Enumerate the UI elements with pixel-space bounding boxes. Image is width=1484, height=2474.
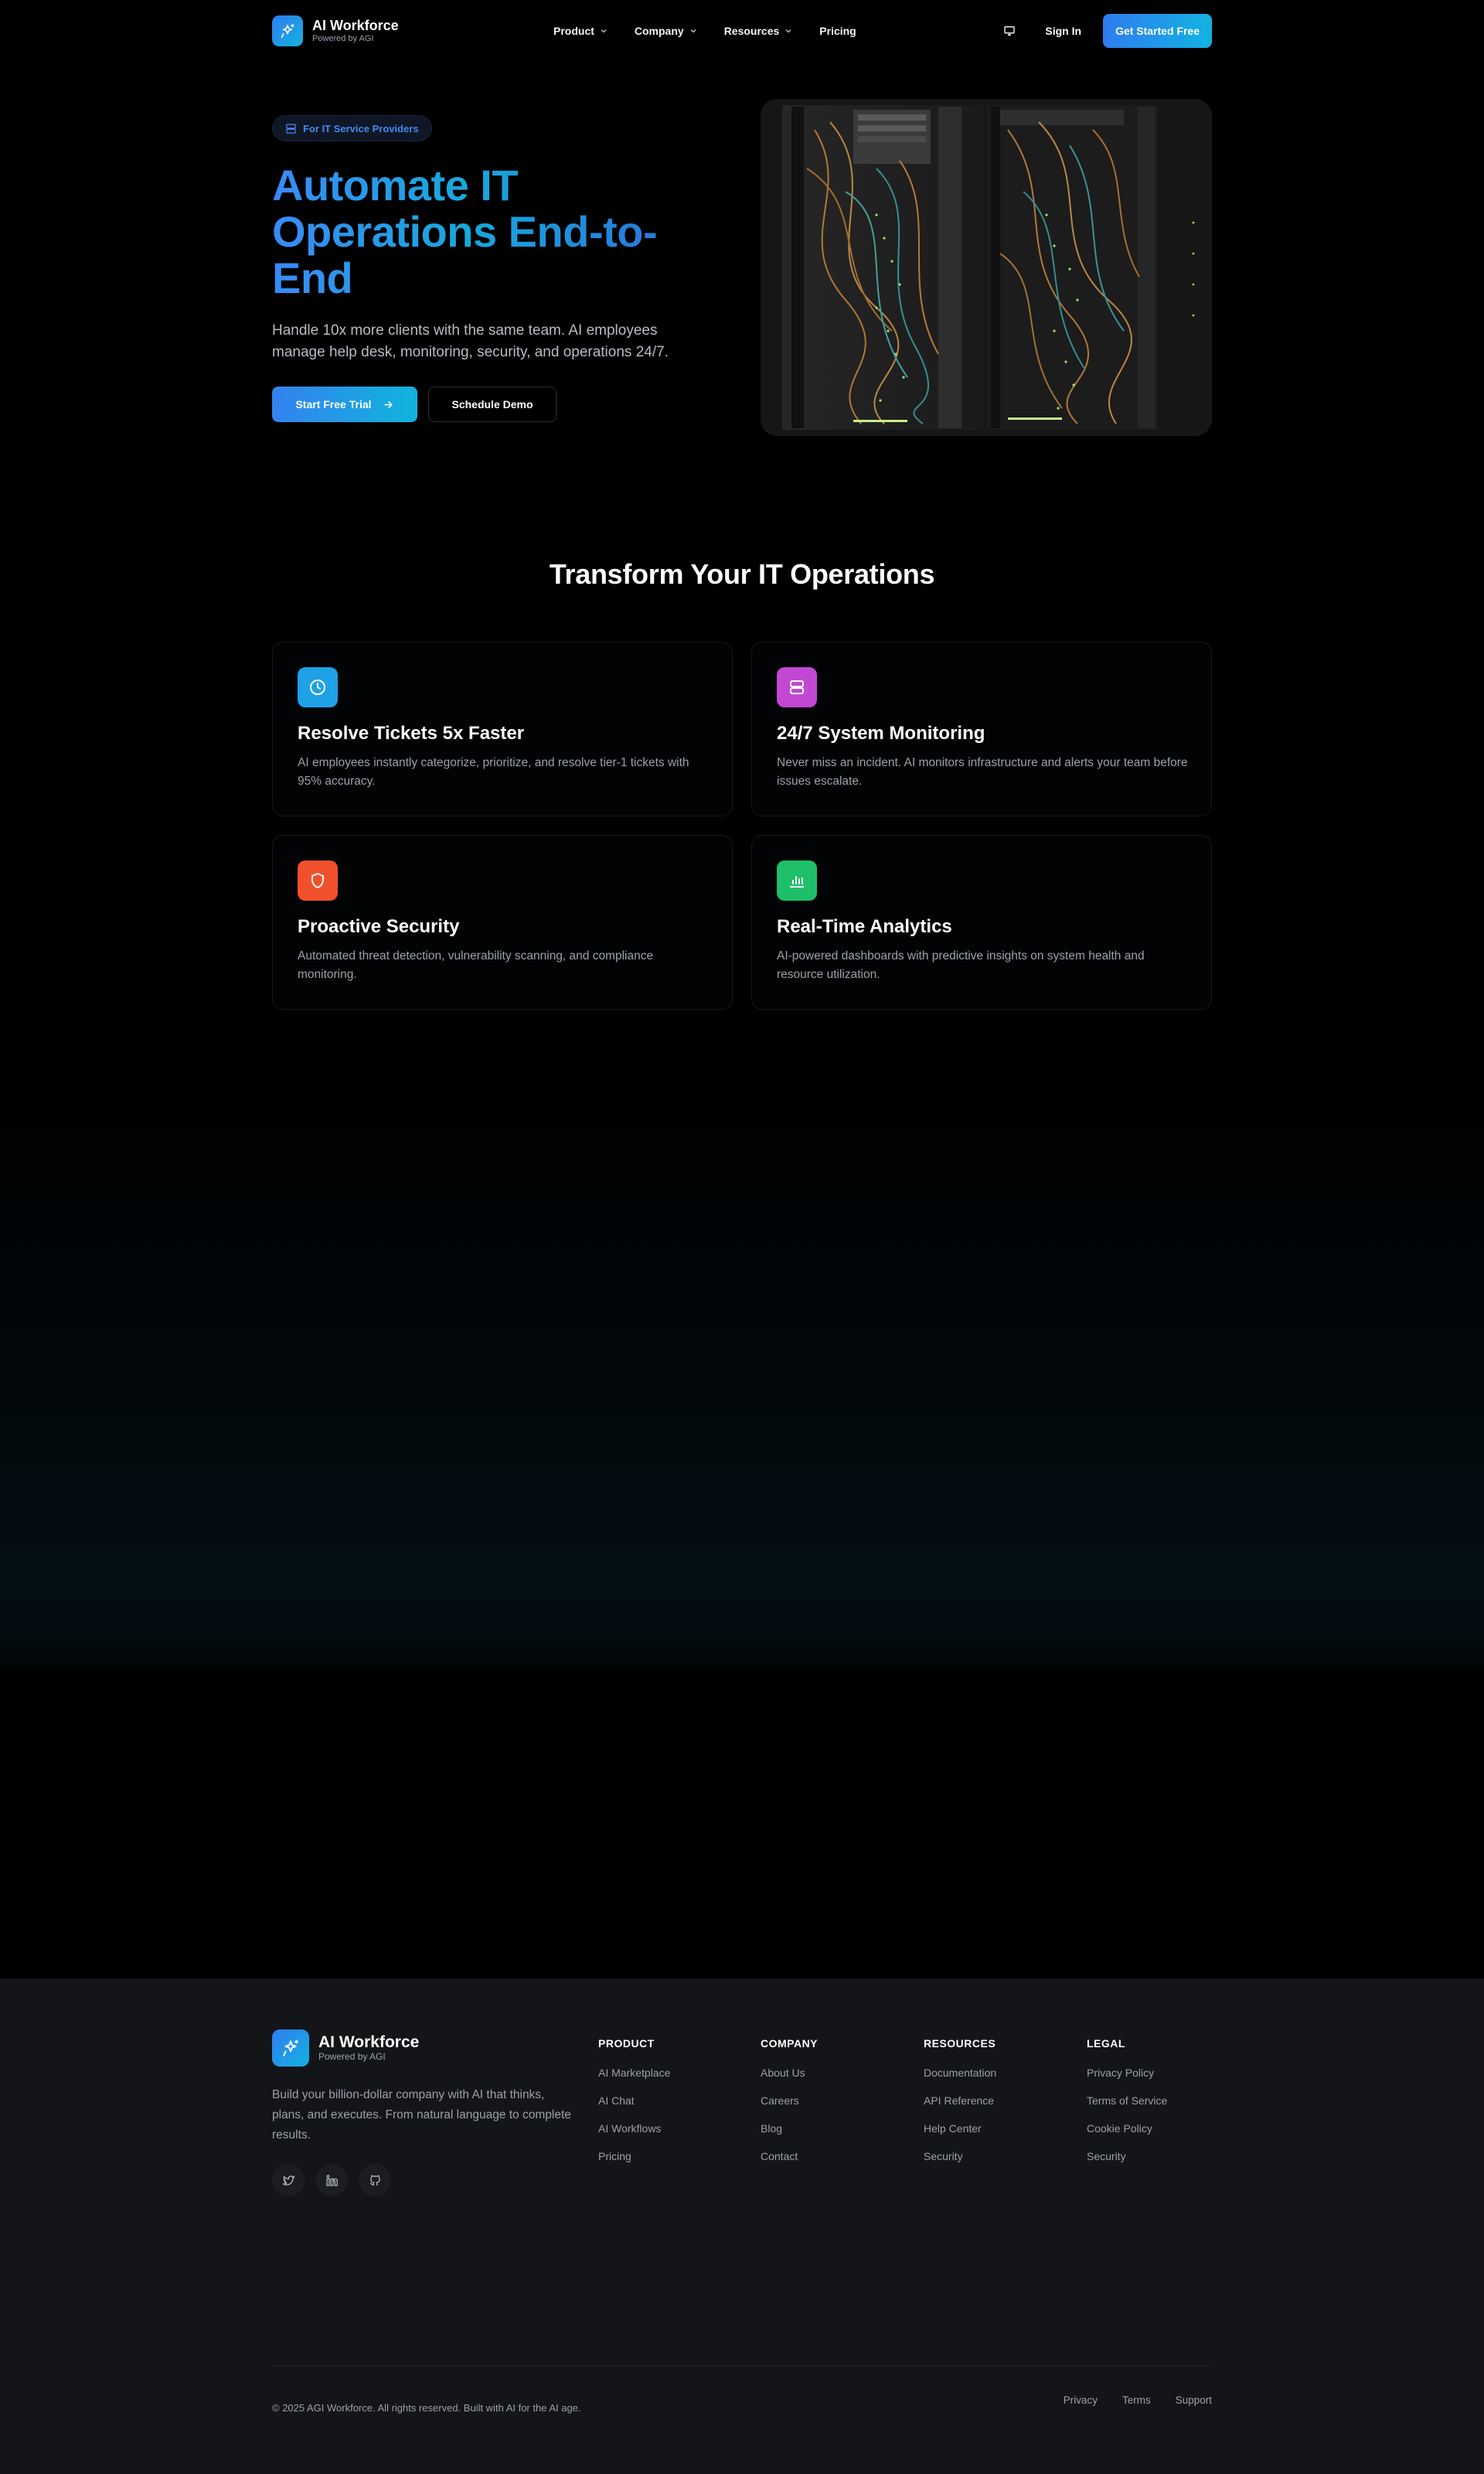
sparkle-logo-icon — [272, 15, 303, 46]
server-icon — [286, 123, 296, 134]
feature-card-tickets: Resolve Tickets 5x Faster AI employees i… — [272, 642, 733, 816]
server-icon — [777, 667, 817, 707]
feature-title: Resolve Tickets 5x Faster — [298, 723, 525, 744]
bar-chart-icon — [777, 860, 817, 901]
footer-link[interactable]: Privacy Policy — [1087, 2065, 1167, 2093]
footer-column-resources: RESOURCES Documentation API Reference He… — [924, 2029, 996, 2176]
footer-column-heading: RESOURCES — [924, 2037, 996, 2050]
nav-item-product[interactable]: Product — [553, 25, 608, 37]
schedule-demo-button[interactable]: Schedule Demo — [428, 387, 556, 422]
nav-item-pricing[interactable]: Pricing — [819, 25, 856, 37]
chevron-down-icon — [690, 29, 696, 33]
copyright-text: © 2025 AGI Workforce. All rights reserve… — [272, 2402, 581, 2414]
nav-item-label: Product — [553, 25, 594, 37]
footer-column-heading: LEGAL — [1087, 2037, 1125, 2050]
footer-link[interactable]: Help Center — [924, 2121, 996, 2149]
nav-links: Product Company Resources Pricing — [553, 0, 856, 62]
footer-link[interactable]: Security — [1087, 2149, 1167, 2176]
nav-item-company[interactable]: Company — [635, 25, 698, 37]
feature-card-monitoring: 24/7 System Monitoring Never miss an inc… — [751, 642, 1212, 816]
server-rack-image — [761, 99, 1212, 436]
section-title: Transform Your IT Operations — [549, 558, 935, 590]
feature-title: Real-Time Analytics — [777, 916, 952, 937]
footer-description: Build your billion-dollar company with A… — [272, 2088, 571, 2142]
get-started-button[interactable]: Get Started Free — [1103, 14, 1212, 48]
hero-subtitle: Handle 10x more clients with the same te… — [272, 322, 669, 360]
footer-link[interactable]: Terms of Service — [1087, 2093, 1167, 2121]
footer-link[interactable]: Security — [924, 2149, 996, 2176]
footer-link[interactable]: Documentation — [924, 2065, 996, 2093]
top-navbar: AI Workforce Powered by AGI Product Comp… — [272, 0, 1212, 62]
brand-logo[interactable]: AI Workforce Powered by AGI — [272, 15, 399, 46]
footer-link[interactable]: Cookie Policy — [1087, 2121, 1167, 2149]
footer-bottom-links: Privacy Terms Support — [1064, 2394, 1212, 2406]
footer-column-company: COMPANY About Us Careers Blog Contact — [761, 2029, 818, 2176]
audience-badge: For IT Service Providers — [272, 115, 432, 141]
chevron-down-icon — [601, 29, 607, 33]
footer-divider — [272, 2365, 1212, 2366]
chevron-down-icon — [785, 29, 791, 33]
footer-link[interactable]: Blog — [761, 2121, 818, 2149]
footer-brand-name: AI Workforce — [318, 2033, 420, 2051]
start-free-trial-button[interactable]: Start Free Trial — [272, 387, 417, 422]
feature-title: 24/7 System Monitoring — [777, 723, 985, 744]
sign-in-link[interactable]: Sign In — [1045, 25, 1081, 37]
footer-link[interactable]: Pricing — [598, 2149, 670, 2176]
twitter-icon[interactable] — [272, 2164, 305, 2196]
footer-link[interactable]: AI Chat — [598, 2093, 670, 2121]
footer-bottom-link-terms[interactable]: Terms — [1122, 2394, 1151, 2406]
feature-description: Never miss an incident. AI monitors infr… — [777, 756, 1188, 788]
nav-item-label: Pricing — [819, 25, 856, 37]
shield-icon — [298, 860, 338, 901]
footer-link[interactable]: Careers — [761, 2093, 818, 2121]
feature-card-analytics: Real-Time Analytics AI-powered dashboard… — [751, 835, 1212, 1010]
feature-description: Automated threat detection, vulnerabilit… — [298, 949, 654, 981]
linkedin-icon[interactable] — [315, 2164, 348, 2196]
feature-description: AI employees instantly categorize, prior… — [298, 756, 689, 788]
arrow-right-icon — [383, 400, 393, 408]
footer-link[interactable]: AI Workflows — [598, 2121, 670, 2149]
footer-bottom-link-support[interactable]: Support — [1176, 2394, 1212, 2406]
footer-column-product: PRODUCT AI Marketplace AI Chat AI Workfl… — [598, 2029, 670, 2176]
feature-description: AI-powered dashboards with predictive in… — [777, 949, 1145, 981]
button-label: Start Free Trial — [295, 398, 372, 411]
brand-tagline: Powered by AGI — [312, 34, 374, 43]
footer-brand-logo[interactable]: AI Workforce Powered by AGI — [272, 2029, 419, 2067]
footer-column-heading: PRODUCT — [598, 2037, 655, 2050]
monitor-icon[interactable] — [994, 15, 1025, 46]
github-icon[interactable] — [359, 2164, 391, 2196]
footer-link[interactable]: About Us — [761, 2065, 818, 2093]
footer-link[interactable]: API Reference — [924, 2093, 996, 2121]
brand-name: AI Workforce — [312, 18, 399, 33]
hero-title: Automate IT Operations End-to-End — [272, 162, 705, 302]
footer-link[interactable]: Contact — [761, 2149, 818, 2176]
feature-card-security: Proactive Security Automated threat dete… — [272, 835, 733, 1010]
footer-brand-tagline: Powered by AGI — [318, 2051, 386, 2062]
footer-link[interactable]: AI Marketplace — [598, 2065, 670, 2093]
footer-column-heading: COMPANY — [761, 2037, 819, 2050]
sparkle-logo-icon — [272, 2029, 309, 2067]
site-footer: AI Workforce Powered by AGI Build your b… — [0, 1979, 1484, 2474]
clock-icon — [298, 667, 338, 707]
footer-column-legal: LEGAL Privacy Policy Terms of Service Co… — [1087, 2029, 1167, 2176]
page-background — [0, 0, 1484, 1979]
badge-label: For IT Service Providers — [303, 122, 419, 135]
nav-item-resources[interactable]: Resources — [724, 25, 794, 37]
feature-title: Proactive Security — [298, 916, 460, 937]
nav-item-label: Resources — [723, 25, 780, 37]
footer-bottom-link-privacy[interactable]: Privacy — [1064, 2394, 1098, 2406]
nav-item-label: Company — [634, 25, 684, 37]
